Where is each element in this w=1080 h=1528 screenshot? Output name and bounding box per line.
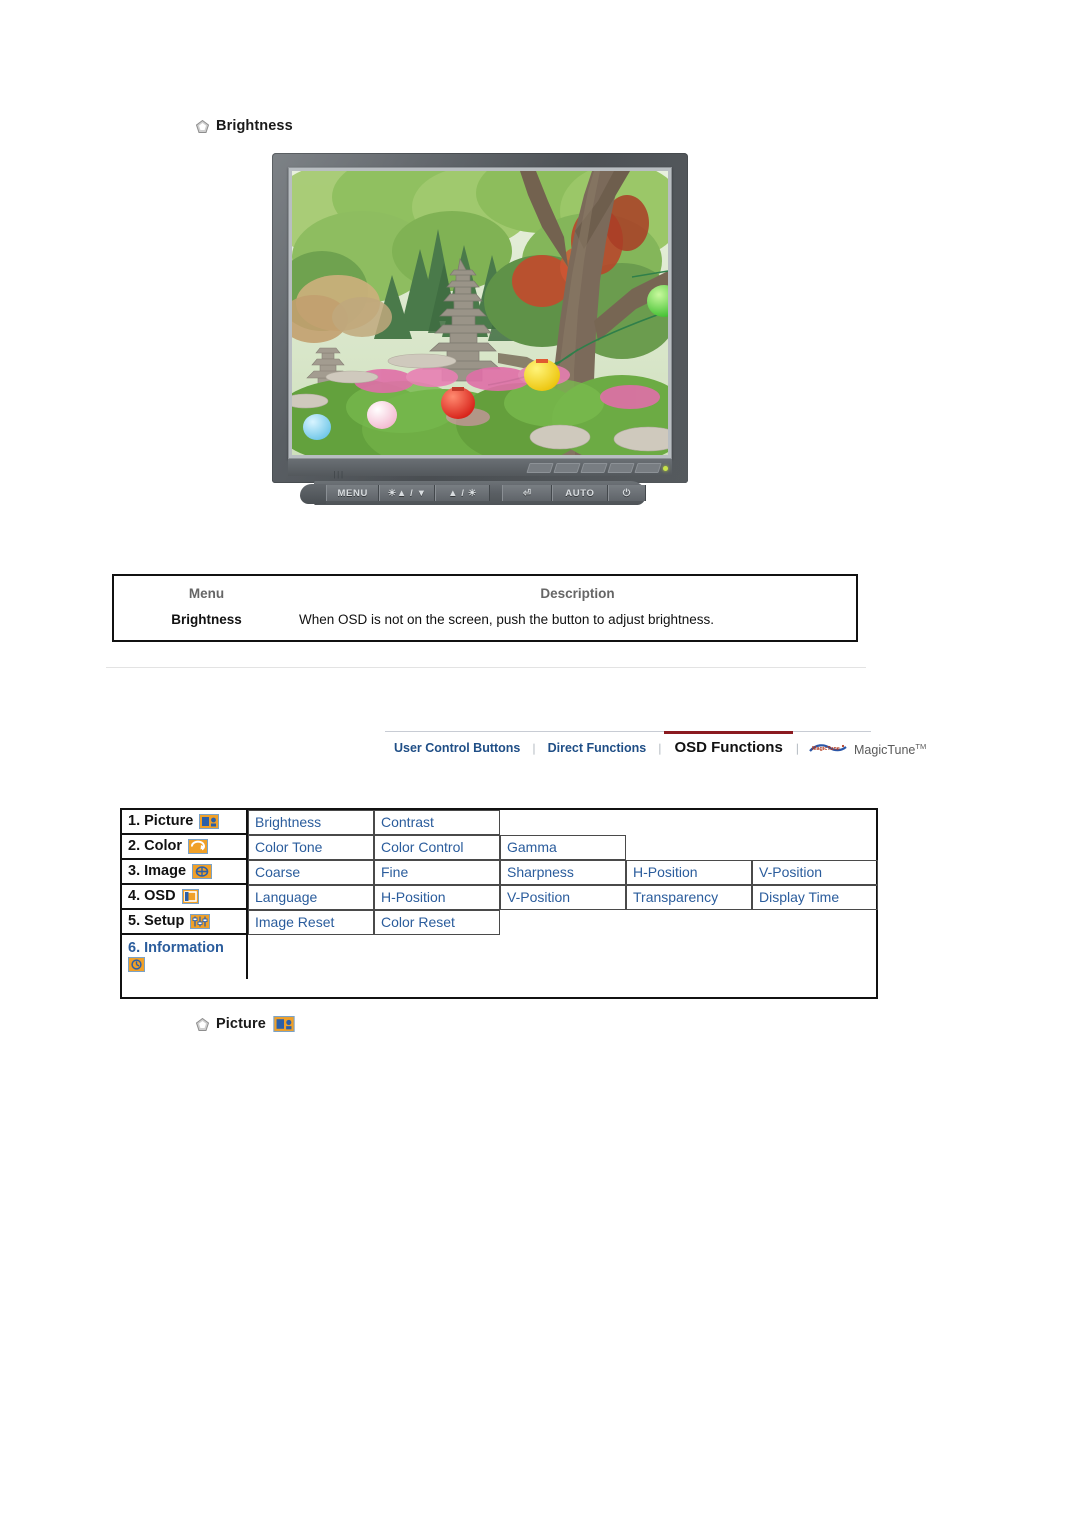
osd-empty-cell	[878, 860, 890, 885]
osd-empty-cell	[878, 885, 890, 910]
image-icon	[192, 863, 213, 879]
osd-category-label: 2. Color	[128, 838, 182, 854]
monitor-control-bar: MENU ☀▲ / ▼ ▲ / ☀ ⏎ AUTO ⏻	[300, 481, 647, 505]
power-button[interactable]: ⏻	[607, 485, 647, 501]
osd-item[interactable]: Language	[248, 885, 374, 910]
osd-empty-cell	[500, 910, 876, 935]
table-row: 6. Information	[122, 935, 876, 979]
tab-separator: ❘	[529, 743, 539, 755]
osd-item[interactable]: V-Position	[752, 860, 878, 885]
table-row: 3. Image Coarse Fine Sharpness H-Positio…	[122, 860, 878, 885]
table-header-row: Menu Description	[114, 576, 856, 607]
table-row: 4. OSD Language H-Position V-Position Tr…	[122, 885, 878, 910]
up-brightness-button[interactable]: ▲ / ☀	[434, 485, 491, 501]
osd-item[interactable]: H-Position	[374, 885, 500, 910]
brightness-heading-label: Brightness	[216, 118, 293, 134]
color-icon	[187, 838, 208, 854]
tab-separator: ❘	[792, 743, 803, 755]
monitor-bezel-strip	[288, 459, 672, 476]
tab-direct-functions[interactable]: Direct Functions	[539, 739, 656, 758]
bullet-diamond-icon	[196, 1017, 209, 1031]
osd-empty-cell	[248, 935, 876, 979]
osd-category-label: 3. Image	[128, 863, 187, 879]
bezel-mini-button	[553, 463, 581, 473]
tab-separator: ❘	[655, 743, 665, 755]
osd-item[interactable]: Color Reset	[374, 910, 500, 935]
osd-category-label: 4. OSD	[128, 888, 176, 904]
osd-item[interactable]: Gamma	[500, 835, 626, 860]
monitor-screen	[292, 171, 668, 455]
row-menu-label: Brightness	[171, 612, 242, 627]
control-bar-gap	[490, 485, 502, 501]
setup-icon	[190, 913, 211, 929]
osd-item[interactable]: V-Position	[500, 885, 626, 910]
tab-navigation: User Control Buttons ❘ Direct Functions …	[385, 731, 926, 758]
osd-functions-table: 1. Picture Brightness Contrast 2. Color …	[120, 808, 878, 999]
power-led-icon	[663, 465, 668, 471]
osd-category-information[interactable]: 6. Information	[122, 935, 248, 979]
picture-icon	[273, 1016, 295, 1032]
osd-item[interactable]: Sharpness	[500, 860, 626, 885]
osd-item[interactable]: Coarse	[248, 860, 374, 885]
osd-category-label: 5. Setup	[128, 913, 185, 929]
osd-item[interactable]: Fine	[374, 860, 500, 885]
bezel-mini-button	[607, 463, 635, 473]
garden-photo	[292, 171, 668, 455]
osd-item[interactable]: Brightness	[248, 810, 374, 835]
osd-table-filler	[122, 979, 876, 997]
table-row: 5. Setup Image Reset Color Reset	[122, 910, 876, 935]
bullet-diamond-icon	[196, 119, 209, 133]
tab-user-control-buttons[interactable]: User Control Buttons	[385, 739, 529, 758]
column-header-menu: Menu	[188, 586, 225, 601]
menu-button[interactable]: MENU	[326, 485, 380, 501]
monitor-illustration: ||| MENU ☀▲ / ▼ ▲ / ☀ ⏎ AUTO ⏻	[272, 153, 688, 508]
table-row: 1. Picture Brightness Contrast	[122, 810, 876, 835]
bezel-mini-button	[526, 463, 554, 473]
osd-item[interactable]: Color Control	[374, 835, 500, 860]
osd-item[interactable]: H-Position	[626, 860, 752, 885]
picture-section-heading: Picture	[196, 1016, 295, 1032]
tab-osd-functions[interactable]: OSD Functions	[664, 731, 794, 758]
bezel-mini-button	[634, 463, 662, 473]
osd-empty-cell	[626, 835, 876, 860]
auto-button[interactable]: AUTO	[552, 485, 608, 501]
brightness-section-heading: Brightness	[196, 118, 293, 134]
osd-category-label: 6. Information	[128, 940, 224, 956]
picture-heading-label: Picture	[216, 1016, 266, 1032]
svg-text:MagicTune: MagicTune	[812, 746, 840, 752]
osd-category-color[interactable]: 2. Color	[122, 835, 248, 860]
osd-category-label: 1. Picture	[128, 813, 194, 829]
table-row: Brightness When OSD is not on the screen…	[114, 607, 856, 640]
row-description-text: When OSD is not on the screen, push the …	[299, 612, 714, 627]
picture-icon	[199, 813, 220, 829]
menu-grip-icon: |||	[332, 471, 344, 480]
osd-item[interactable]: Contrast	[374, 810, 500, 835]
down-brightness-button[interactable]: ☀▲ / ▼	[379, 485, 435, 501]
column-header-description: Description	[540, 586, 615, 601]
bezel-mini-buttons	[526, 463, 668, 473]
magictune-label: MagicTuneTM	[854, 741, 927, 757]
tab-magictune[interactable]: MagicTune MagicTuneTM	[802, 742, 926, 758]
magictune-logo-icon: MagicTune	[808, 742, 848, 756]
section-divider	[106, 667, 866, 668]
enter-button[interactable]: ⏎	[502, 485, 553, 501]
osd-category-image[interactable]: 3. Image	[122, 860, 248, 885]
osd-item[interactable]: Transparency	[626, 885, 752, 910]
osd-empty-cell	[500, 810, 876, 835]
osd-item[interactable]: Image Reset	[248, 910, 374, 935]
menu-description-table: Menu Description Brightness When OSD is …	[112, 574, 858, 642]
osd-category-osd[interactable]: 4. OSD	[122, 885, 248, 910]
osd-item[interactable]: Color Tone	[248, 835, 374, 860]
bezel-mini-button	[580, 463, 608, 473]
table-row: 2. Color Color Tone Color Control Gamma	[122, 835, 876, 860]
monitor-bezel	[288, 167, 672, 459]
osd-icon	[181, 888, 199, 904]
information-icon	[128, 957, 145, 972]
osd-item[interactable]: Display Time	[752, 885, 878, 910]
osd-category-picture[interactable]: 1. Picture	[122, 810, 248, 835]
osd-category-setup[interactable]: 5. Setup	[122, 910, 248, 935]
